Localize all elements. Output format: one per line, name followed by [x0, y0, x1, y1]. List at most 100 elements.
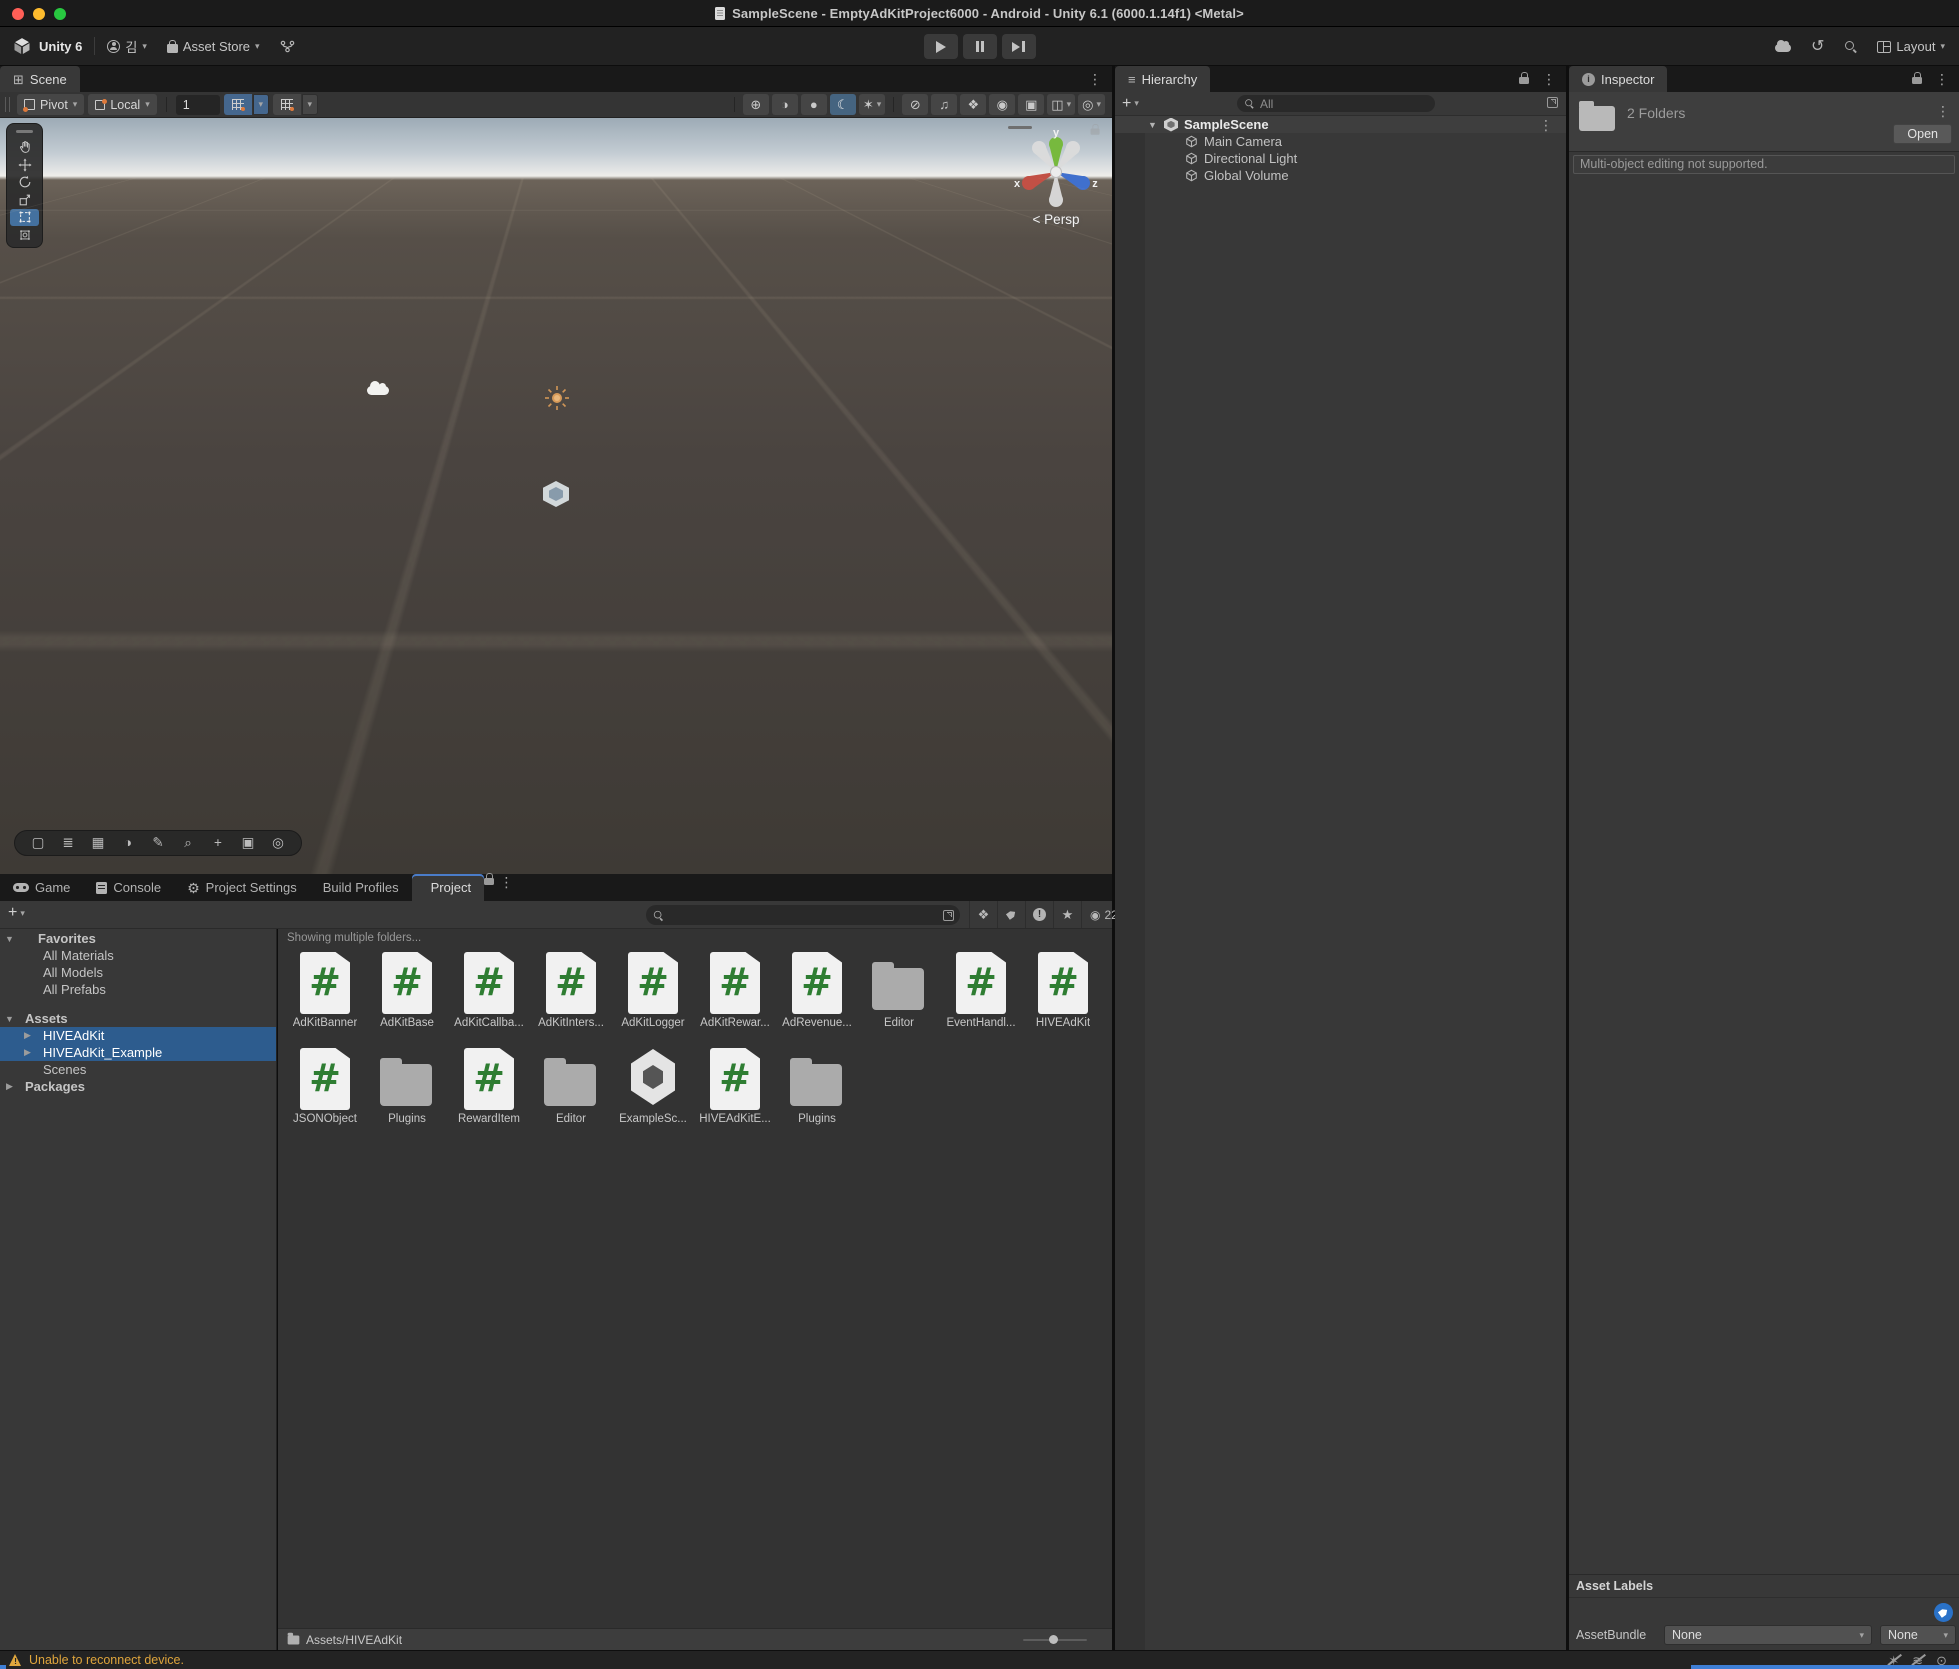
- play-button[interactable]: [924, 34, 958, 59]
- scene-viewport[interactable]: y x z < Persp ▢ ≣ ▦: [0, 118, 1112, 874]
- asset-item[interactable]: AdKitInters...: [530, 951, 612, 1047]
- hierarchy-item[interactable]: Directional Light: [1115, 150, 1566, 167]
- tab-inspector[interactable]: Inspector: [1569, 66, 1667, 92]
- panel-menu-icon[interactable]: ⋮: [1935, 72, 1949, 86]
- panel-menu-icon[interactable]: ⋮: [1088, 72, 1102, 86]
- assetbundle-variant-dropdown[interactable]: None ▾: [1880, 1625, 1956, 1645]
- create-object-button[interactable]: + ▾: [1122, 96, 1139, 112]
- asset-item[interactable]: AdKitRewar...: [694, 951, 776, 1047]
- panel-menu-icon[interactable]: ⋮: [1542, 72, 1556, 86]
- project-tree-item[interactable]: ▶ HIVEAdKit_Example: [0, 1044, 276, 1061]
- open-search-window-icon[interactable]: [1547, 97, 1558, 108]
- version-control-button[interactable]: [280, 40, 295, 53]
- favorite-search-button[interactable]: ★: [1053, 901, 1081, 928]
- project-tree-item[interactable]: All Prefabs: [0, 981, 276, 998]
- asset-item[interactable]: HIVEAdKitE...: [694, 1047, 776, 1143]
- scene-root-row[interactable]: ▼ SampleScene ⋮: [1115, 116, 1566, 133]
- asset-item[interactable]: AdKitLogger: [612, 951, 694, 1047]
- lock-icon[interactable]: [1519, 76, 1530, 86]
- scene-view-toggle-button[interactable]: ▣: [1018, 94, 1044, 115]
- project-tree-item[interactable]: ▶ Packages: [0, 1078, 276, 1095]
- account-menu[interactable]: 김 ▾: [107, 37, 147, 56]
- panel-tab[interactable]: Project: [412, 874, 484, 901]
- asset-item[interactable]: HIVEAdKit: [1022, 951, 1104, 1047]
- status-message[interactable]: Unable to reconnect device.: [29, 1653, 184, 1667]
- overlay-tool-button[interactable]: ▢: [23, 836, 53, 850]
- project-search-input[interactable]: [646, 905, 960, 925]
- project-tree-item[interactable]: ▼ Assets: [0, 1010, 276, 1027]
- thumbnail-zoom-slider[interactable]: [1023, 1639, 1087, 1641]
- overlay-tool-button[interactable]: ◎: [263, 836, 293, 850]
- panel-menu-icon[interactable]: ⋮: [500, 874, 514, 890]
- panel-tab[interactable]: Console: [83, 874, 174, 901]
- project-tree-item[interactable]: All Models: [0, 964, 276, 981]
- panel-tab[interactable]: Project Settings: [174, 874, 310, 901]
- project-tree-item[interactable]: ▼ Favorites: [0, 930, 276, 947]
- scene-view-option-button[interactable]: ●: [801, 94, 827, 115]
- asset-item[interactable]: Plugins: [366, 1047, 448, 1143]
- asset-item[interactable]: AdKitBase: [366, 951, 448, 1047]
- step-button[interactable]: [1002, 34, 1036, 59]
- project-tree-item[interactable]: All Materials: [0, 947, 276, 964]
- overlay-tool-button[interactable]: +: [203, 836, 233, 850]
- scene-view-option-button[interactable]: ⊕: [743, 94, 769, 115]
- asset-item[interactable]: AdKitCallba...: [448, 951, 530, 1047]
- grid-size-input[interactable]: 1: [176, 95, 220, 115]
- orientation-mode-button[interactable]: Local ▾: [88, 94, 156, 115]
- open-button[interactable]: Open: [1893, 124, 1952, 144]
- overlay-tool-button[interactable]: ⌕: [173, 836, 203, 850]
- expander-icon[interactable]: ▶: [4, 1081, 15, 1092]
- expander-icon[interactable]: ▼: [4, 1014, 15, 1024]
- asset-item[interactable]: Plugins: [776, 1047, 858, 1143]
- directional-light-gizmo[interactable]: [544, 385, 570, 411]
- hierarchy-search-input[interactable]: All: [1237, 95, 1435, 112]
- asset-item[interactable]: AdKitBanner: [284, 951, 366, 1047]
- panel-tab[interactable]: Build Profiles: [310, 874, 412, 901]
- scale-tool-button[interactable]: [10, 192, 39, 209]
- search-icon[interactable]: [1844, 40, 1857, 53]
- scene-view-option-button[interactable]: ✶ ▾: [859, 94, 885, 115]
- scene-view-toggle-button[interactable]: ◉: [989, 94, 1015, 115]
- project-tree-item[interactable]: Scenes: [0, 1061, 276, 1078]
- hand-tool-button[interactable]: [10, 139, 39, 156]
- scene-view-toggle-button[interactable]: ❖: [960, 94, 986, 115]
- rect-tool-button[interactable]: [10, 209, 39, 226]
- add-label-button[interactable]: [1934, 1603, 1953, 1622]
- asset-item[interactable]: Editor: [858, 951, 940, 1047]
- filter-by-label-button[interactable]: [997, 901, 1025, 928]
- project-tree-item[interactable]: ▶ HIVEAdKit: [0, 1027, 276, 1044]
- asset-item[interactable]: JSONObject: [284, 1047, 366, 1143]
- layout-menu[interactable]: Layout ▾: [1877, 39, 1945, 54]
- asset-store-menu[interactable]: Asset Store ▾: [167, 39, 260, 54]
- expander-icon[interactable]: ▼: [4, 934, 15, 944]
- scene-view-toggle-button[interactable]: ♫: [931, 94, 957, 115]
- expander-icon[interactable]: ▶: [22, 1047, 33, 1058]
- overlay-tool-button[interactable]: ◑: [113, 836, 143, 850]
- pause-button[interactable]: [963, 34, 997, 59]
- cloud-services-icon[interactable]: [1775, 44, 1791, 52]
- undo-history-icon[interactable]: ↺: [1811, 39, 1824, 55]
- overlay-drag-handle[interactable]: [16, 130, 33, 133]
- grid-visibility-toggle[interactable]: ▾: [273, 94, 318, 115]
- grid-snapping-toggle[interactable]: ▾: [224, 94, 269, 115]
- perspective-label[interactable]: < Persp: [1004, 212, 1108, 227]
- scene-view-option-button[interactable]: ☾: [830, 94, 856, 115]
- filter-importlog-button[interactable]: [1025, 901, 1053, 928]
- scene-view-toggle-button[interactable]: ◎ ▾: [1078, 94, 1105, 115]
- tab-hierarchy[interactable]: ≡ Hierarchy: [1115, 66, 1210, 92]
- hierarchy-item[interactable]: Global Volume: [1115, 167, 1566, 184]
- overlay-tool-button[interactable]: ▣: [233, 836, 263, 850]
- scene-view-toggle-button[interactable]: ◫ ▾: [1047, 94, 1075, 115]
- assetbundle-dropdown[interactable]: None ▾: [1664, 1625, 1872, 1645]
- panel-tab[interactable]: Game: [0, 874, 83, 901]
- asset-item[interactable]: EventHandl...: [940, 951, 1022, 1047]
- overlay-tool-button[interactable]: ≣: [53, 836, 83, 850]
- hierarchy-item[interactable]: Main Camera: [1115, 133, 1566, 150]
- tab-scene[interactable]: ⊞ Scene: [0, 66, 80, 92]
- asset-item[interactable]: RewardItem: [448, 1047, 530, 1143]
- toolbar-drag-handle[interactable]: [5, 97, 10, 112]
- rotate-tool-button[interactable]: [10, 174, 39, 191]
- lock-icon[interactable]: [1912, 76, 1923, 86]
- asset-item[interactable]: AdRevenue...: [776, 951, 858, 1047]
- pivot-mode-button[interactable]: Pivot ▾: [17, 94, 84, 115]
